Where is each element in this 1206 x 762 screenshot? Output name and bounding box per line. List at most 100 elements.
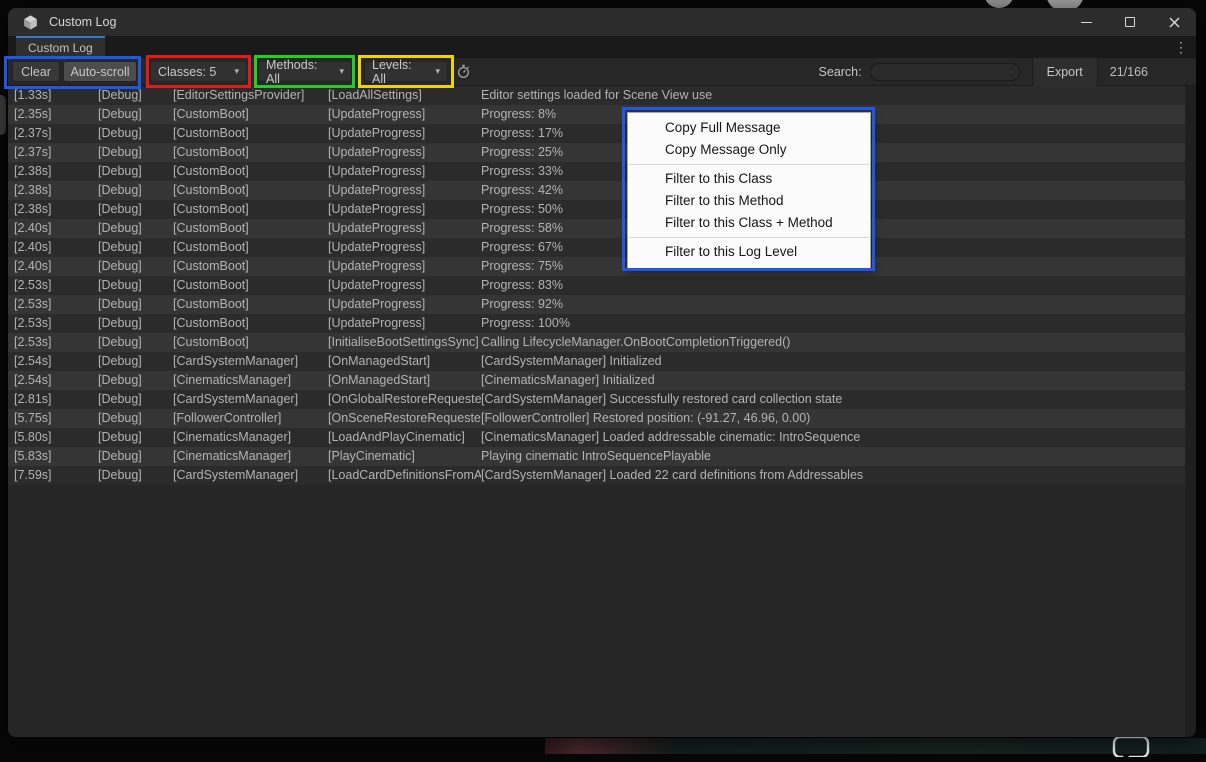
log-row[interactable]: [2.38s] [Debug] [CustomBoot] [UpdateProg… [8,200,1185,219]
log-time: [2.38s] [14,162,98,181]
close-button[interactable] [1152,8,1196,36]
log-method: [UpdateProgress] [328,143,481,162]
log-level: [Debug] [98,276,173,295]
methods-filter-dropdown[interactable]: Methods: All ▾ [258,61,352,82]
log-time: [2.53s] [14,276,98,295]
log-row[interactable]: [5.80s] [Debug] [CinematicsManager] [Loa… [8,428,1185,447]
log-message: Progress: 100% [481,314,1185,333]
log-row[interactable]: [1.33s] [Debug] [EditorSettingsProvider]… [8,86,1185,105]
log-time: [5.83s] [14,447,98,466]
log-row[interactable]: [2.53s] [Debug] [CustomBoot] [UpdateProg… [8,276,1185,295]
context-menu-item[interactable]: Copy Full Message [628,117,870,139]
log-time: [2.38s] [14,200,98,219]
export-button[interactable]: Export [1032,58,1098,86]
context-menu-item[interactable]: Filter to this Class [628,168,870,190]
log-method: [UpdateProgress] [328,162,481,181]
log-message: Playing cinematic IntroSequencePlayable [481,447,1185,466]
log-row[interactable]: [2.54s] [Debug] [CardSystemManager] [OnM… [8,352,1185,371]
toolbar: Clear Auto-scroll Classes: 5 ▾ Methods: … [8,58,1196,86]
log-class: [CustomBoot] [173,314,328,333]
levels-filter-dropdown[interactable]: Levels: All ▾ [364,61,448,82]
log-list: [1.33s] [Debug] [EditorSettingsProvider]… [8,86,1185,485]
log-time: [2.53s] [14,314,98,333]
log-class: [CustomBoot] [173,333,328,352]
log-time: [5.80s] [14,428,98,447]
log-time: [2.40s] [14,257,98,276]
maximize-icon [1125,17,1135,27]
log-method: [OnSceneRestoreRequested] [328,409,481,428]
chevron-down-icon: ▾ [226,66,239,77]
chevron-down-icon: ▾ [331,66,344,77]
chevron-down-icon: ▾ [427,66,440,77]
context-menu-item[interactable]: Filter to this Log Level [628,241,870,263]
search-label: Search: [819,65,862,79]
context-menu-item[interactable]: Filter to this Class + Method [628,212,870,234]
log-time: [2.81s] [14,390,98,409]
log-class: [CardSystemManager] [173,390,328,409]
log-class: [CustomBoot] [173,143,328,162]
maximize-button[interactable] [1108,8,1152,36]
log-row[interactable]: [2.38s] [Debug] [CustomBoot] [UpdateProg… [8,162,1185,181]
search-input[interactable] [881,66,1035,78]
log-level: [Debug] [98,238,173,257]
log-time: [2.37s] [14,143,98,162]
log-row[interactable]: [2.37s] [Debug] [CustomBoot] [UpdateProg… [8,124,1185,143]
log-class: [CustomBoot] [173,238,328,257]
log-row[interactable]: [2.37s] [Debug] [CustomBoot] [UpdateProg… [8,143,1185,162]
log-method: [LoadAllSettings] [328,86,481,105]
log-class: [CinematicsManager] [173,428,328,447]
log-row[interactable]: [2.53s] [Debug] [CustomBoot] [Initialise… [8,333,1185,352]
stopwatch-icon[interactable] [456,64,471,79]
search-box[interactable] [870,63,1020,81]
log-level: [Debug] [98,295,173,314]
log-message: [CardSystemManager] Successfully restore… [481,390,1185,409]
log-method: [UpdateProgress] [328,276,481,295]
log-row[interactable]: [2.40s] [Debug] [CustomBoot] [UpdateProg… [8,219,1185,238]
log-time: [2.40s] [14,219,98,238]
log-row[interactable]: [2.54s] [Debug] [CinematicsManager] [OnM… [8,371,1185,390]
log-class: [CardSystemManager] [173,352,328,371]
log-method: [UpdateProgress] [328,295,481,314]
close-icon [1169,17,1180,28]
tab-custom-log[interactable]: Custom Log [16,36,105,58]
log-row[interactable]: [5.75s] [Debug] [FollowerController] [On… [8,409,1185,428]
log-level: [Debug] [98,162,173,181]
clear-button[interactable]: Clear [12,61,60,82]
log-method: [UpdateProgress] [328,219,481,238]
log-row[interactable]: [7.59s] [Debug] [CardSystemManager] [Loa… [8,466,1185,485]
title-bar[interactable]: Custom Log [8,8,1196,36]
log-row[interactable]: [2.35s] [Debug] [CustomBoot] [UpdateProg… [8,105,1185,124]
log-row[interactable]: [2.81s] [Debug] [CardSystemManager] [OnG… [8,390,1185,409]
log-level: [Debug] [98,105,173,124]
log-class: [CinematicsManager] [173,371,328,390]
log-time: [1.33s] [14,86,98,105]
context-menu-item[interactable]: Copy Message Only [628,139,870,161]
log-level: [Debug] [98,181,173,200]
log-level: [Debug] [98,124,173,143]
minimize-button[interactable] [1064,8,1108,36]
classes-filter-dropdown[interactable]: Classes: 5 ▾ [150,61,247,82]
log-level: [Debug] [98,143,173,162]
log-row[interactable]: [2.40s] [Debug] [CustomBoot] [UpdateProg… [8,238,1185,257]
autoscroll-toggle[interactable]: Auto-scroll [63,61,137,82]
log-row[interactable]: [5.83s] [Debug] [CinematicsManager] [Pla… [8,447,1185,466]
log-level: [Debug] [98,200,173,219]
log-class: [CinematicsManager] [173,447,328,466]
log-row[interactable]: [2.53s] [Debug] [CustomBoot] [UpdateProg… [8,314,1185,333]
context-menu-item[interactable]: Filter to this Method [628,190,870,212]
log-level: [Debug] [98,428,173,447]
classes-filter-label: Classes: 5 [158,65,216,79]
log-class: [CustomBoot] [173,257,328,276]
log-row[interactable]: [2.38s] [Debug] [CustomBoot] [UpdateProg… [8,181,1185,200]
overflow-menu-icon[interactable]: ⋮ [1174,36,1188,58]
menu-separator [629,237,869,238]
log-method: [InitialiseBootSettingsSync] [328,333,481,352]
log-time: [2.54s] [14,352,98,371]
log-method: [UpdateProgress] [328,105,481,124]
tab-label: Custom Log [28,41,93,55]
log-row[interactable]: [2.53s] [Debug] [CustomBoot] [UpdateProg… [8,295,1185,314]
log-method: [PlayCinematic] [328,447,481,466]
log-level: [Debug] [98,219,173,238]
vertical-scrollbar[interactable] [1185,86,1196,737]
log-row[interactable]: [2.40s] [Debug] [CustomBoot] [UpdateProg… [8,257,1185,276]
